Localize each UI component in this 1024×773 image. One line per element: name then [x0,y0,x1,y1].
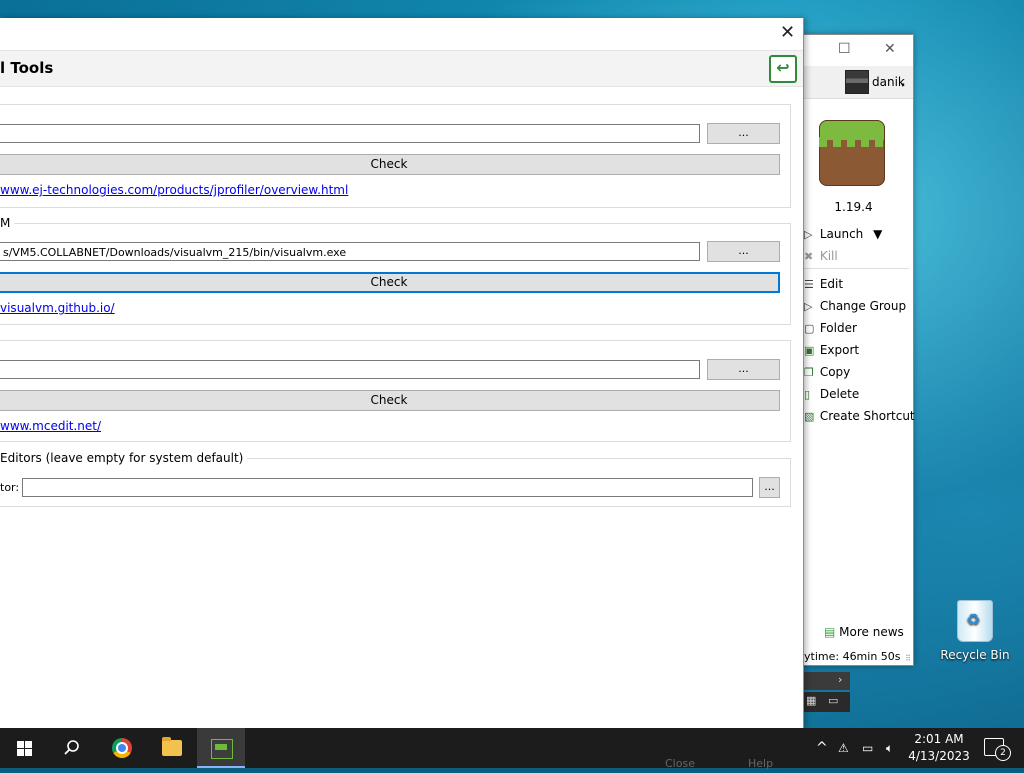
chrome-taskbar-button[interactable] [98,728,146,768]
export-button[interactable]: ▣ Export [804,343,859,357]
side-panel-bottom: ▦ ▭ [804,692,850,712]
jprofiler-browse-button[interactable]: ... [707,123,780,144]
playtime-status: ytime: 46min 50s [804,650,901,663]
maximize-button[interactable]: ☐ [838,41,851,57]
launcher-taskbar-button[interactable] [197,728,245,768]
chevron-right-icon[interactable]: › [838,673,842,686]
search-icon [64,740,79,755]
text-editor-input[interactable] [22,478,753,497]
folder-button[interactable]: ▢ Folder [804,321,857,335]
taskbar: Close Help ^ ⚠ ▭ 🔈︎ 2:01 AM 4/13/2023 2 [0,728,1024,770]
export-icon: ▣ [804,344,815,357]
account-dropdown-icon[interactable]: ▾ [901,81,905,89]
launcher-titlebar: ☐ ✕ [796,35,913,65]
shortcut-icon: ▧ [804,410,815,423]
ghost-close-button: Close [665,757,695,770]
mcedit-check-button[interactable]: Check [0,390,780,411]
recycle-bin[interactable]: Recycle Bin [940,600,1010,662]
page-title: l Tools [0,59,54,77]
kill-icon: ✖ [804,250,814,263]
mcedit-path-input[interactable] [0,360,700,379]
copy-button[interactable]: ❐ Copy [804,365,850,379]
clock-time: 2:01 AM [914,732,964,746]
mcedit-browse-button[interactable]: ... [707,359,780,380]
tray-overflow-icon[interactable]: ^ [816,728,828,768]
text-editor-label: tor: [0,481,20,494]
side-panel-top: › [804,672,850,690]
search-button[interactable] [48,728,96,768]
external-tools-dialog: ✕ l Tools ↩ ... Check www.ej-technologie… [0,18,804,728]
dialog-header: l Tools ↩ [0,50,803,87]
edit-button[interactable]: ☰ Edit [804,277,843,291]
windows-logo-icon [17,741,32,756]
avatar[interactable] [845,70,869,94]
jprofiler-link[interactable]: www.ej-technologies.com/products/jprofil… [0,183,348,197]
start-button[interactable] [0,728,48,768]
folder-icon: ▢ [804,322,815,335]
kill-button[interactable]: ✖ Kill [804,249,838,263]
visualvm-browse-button[interactable]: ... [707,241,780,262]
window-icon[interactable]: ▭ [828,694,838,707]
account-name[interactable]: danik [872,75,905,89]
jprofiler-check-button[interactable]: Check [0,154,780,175]
ghost-help-button: Help [748,757,774,770]
visualvm-group-label: M [0,216,15,230]
news-icon: ▤ [824,625,836,639]
clock-date: 4/13/2023 [908,749,970,763]
file-explorer-taskbar-button[interactable] [148,728,196,768]
editors-group-label: Editors (leave empty for system default) [0,451,248,465]
recycle-bin-icon [957,600,993,642]
launch-button[interactable]: ▷ Launch ▼ [804,227,882,241]
edit-icon: ☰ [804,278,814,291]
grid-icon[interactable]: ▦ [806,694,816,707]
back-arrow-icon[interactable]: ↩ [769,55,797,83]
multimc-icon [211,739,233,759]
recycle-bin-label: Recycle Bin [940,648,1010,662]
launcher-window: ☐ ✕ danik ▾ 1.19.4 ▷ Launch ▼ ✖ Kill ☰ E… [795,34,915,666]
monitor-icon[interactable]: ▭ [862,728,873,768]
arrow-right-icon: ▷ [804,300,813,313]
jprofiler-path-input[interactable] [0,124,700,143]
instance-version: 1.19.4 [834,200,873,214]
create-shortcut-button[interactable]: ▧ Create Shortcut [804,409,915,423]
change-group-button[interactable]: ▷ Change Group [804,299,906,313]
more-news-button[interactable]: ▤ More news [824,625,904,639]
network-warning-icon[interactable]: ⚠ [838,728,849,768]
chrome-icon [112,738,132,758]
mcedit-link[interactable]: www.mcedit.net/ [0,419,101,433]
copy-icon: ❐ [804,366,814,379]
launcher-close-button[interactable]: ✕ [884,41,896,57]
instance-grass-block-icon[interactable] [819,120,885,186]
launch-dropdown-icon[interactable]: ▼ [873,227,882,241]
play-icon: ▷ [804,228,813,241]
resize-grip-icon[interactable]: ⠿ [905,654,911,663]
visualvm-link[interactable]: visualvm.github.io/ [0,301,115,315]
notification-count-badge: 2 [995,745,1011,761]
system-clock[interactable]: 2:01 AM 4/13/2023 [908,731,970,765]
file-explorer-icon [162,737,182,756]
volume-icon[interactable]: 🔈︎ [886,728,893,768]
dialog-close-button[interactable]: ✕ [780,22,795,43]
trash-icon: ▯ [804,388,811,401]
visualvm-check-button[interactable]: Check [0,272,780,293]
visualvm-path-input[interactable]: s/VM5.COLLABNET/Downloads/visualvm_215/b… [0,242,700,261]
menu-divider [804,268,909,269]
text-editor-browse-button[interactable]: ... [759,477,780,498]
delete-button[interactable]: ▯ Delete [804,387,859,401]
